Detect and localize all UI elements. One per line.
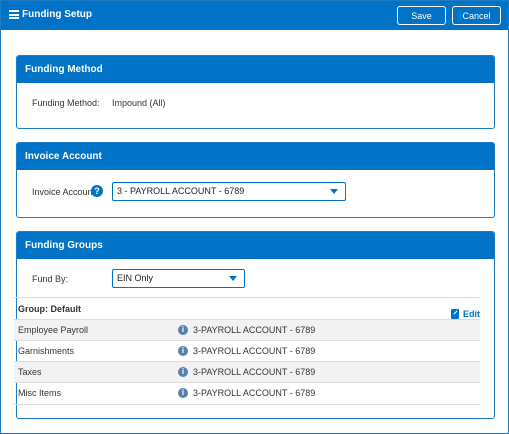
row-name: Misc Items: [18, 388, 62, 398]
row-name: Employee Payroll: [18, 325, 89, 335]
row-account: 3-PAYROLL ACCOUNT - 6789: [193, 346, 316, 356]
fund-by-label: Fund By:: [32, 274, 69, 284]
edit-label: Edit: [463, 309, 480, 319]
funding-groups-heading: Funding Groups: [17, 232, 494, 259]
row-name: Garnishments: [18, 346, 75, 356]
invoice-account-label: Invoice Account:: [32, 187, 98, 197]
edit-icon: [451, 309, 459, 319]
fund-by-selected: EIN Only: [117, 273, 154, 283]
funding-method-value: Impound (All): [112, 98, 166, 108]
fund-by-select[interactable]: EIN Only: [112, 269, 245, 288]
info-icon[interactable]: i: [178, 346, 188, 356]
cancel-button[interactable]: Cancel: [452, 6, 501, 25]
funding-method-heading: Funding Method: [17, 56, 494, 83]
row-account: 3-PAYROLL ACCOUNT - 6789: [193, 388, 316, 398]
table-row: Employee Payroll i 3-PAYROLL ACCOUNT - 6…: [14, 319, 480, 340]
group-header-row: Group: Default Edit: [14, 297, 480, 319]
invoice-account-heading: Invoice Account: [17, 143, 494, 170]
hamburger-menu-icon[interactable]: [9, 10, 19, 19]
page-title: Funding Setup: [22, 9, 92, 20]
row-name: Taxes: [18, 367, 42, 377]
row-account: 3-PAYROLL ACCOUNT - 6789: [193, 367, 316, 377]
save-button[interactable]: Save: [397, 6, 446, 25]
row-account: 3-PAYROLL ACCOUNT - 6789: [193, 325, 316, 335]
table-row: Taxes i 3-PAYROLL ACCOUNT - 6789: [14, 361, 480, 382]
funding-method-panel: Funding Method: [16, 55, 495, 129]
funding-setup-window: Funding Setup Save Cancel Funding Method…: [0, 0, 509, 434]
invoice-account-selected: 3 - PAYROLL ACCOUNT - 6789: [117, 186, 245, 196]
info-icon[interactable]: i: [178, 325, 188, 335]
group-name: Group: Default: [18, 304, 81, 314]
invoice-account-select[interactable]: 3 - PAYROLL ACCOUNT - 6789: [112, 182, 346, 201]
table-row: Garnishments i 3-PAYROLL ACCOUNT - 6789: [14, 340, 480, 361]
invoice-account-panel: Invoice Account: [16, 142, 495, 218]
chevron-down-icon: [229, 276, 237, 281]
info-icon[interactable]: i: [178, 367, 188, 377]
help-icon[interactable]: ?: [91, 185, 103, 197]
info-icon[interactable]: i: [178, 388, 188, 398]
chevron-down-icon: [330, 189, 338, 194]
title-bar: Funding Setup Save Cancel: [1, 1, 508, 30]
funding-method-label: Funding Method:: [32, 98, 100, 108]
table-row: Misc Items i 3-PAYROLL ACCOUNT - 6789: [14, 382, 480, 403]
table-bottom-border: [14, 404, 480, 405]
